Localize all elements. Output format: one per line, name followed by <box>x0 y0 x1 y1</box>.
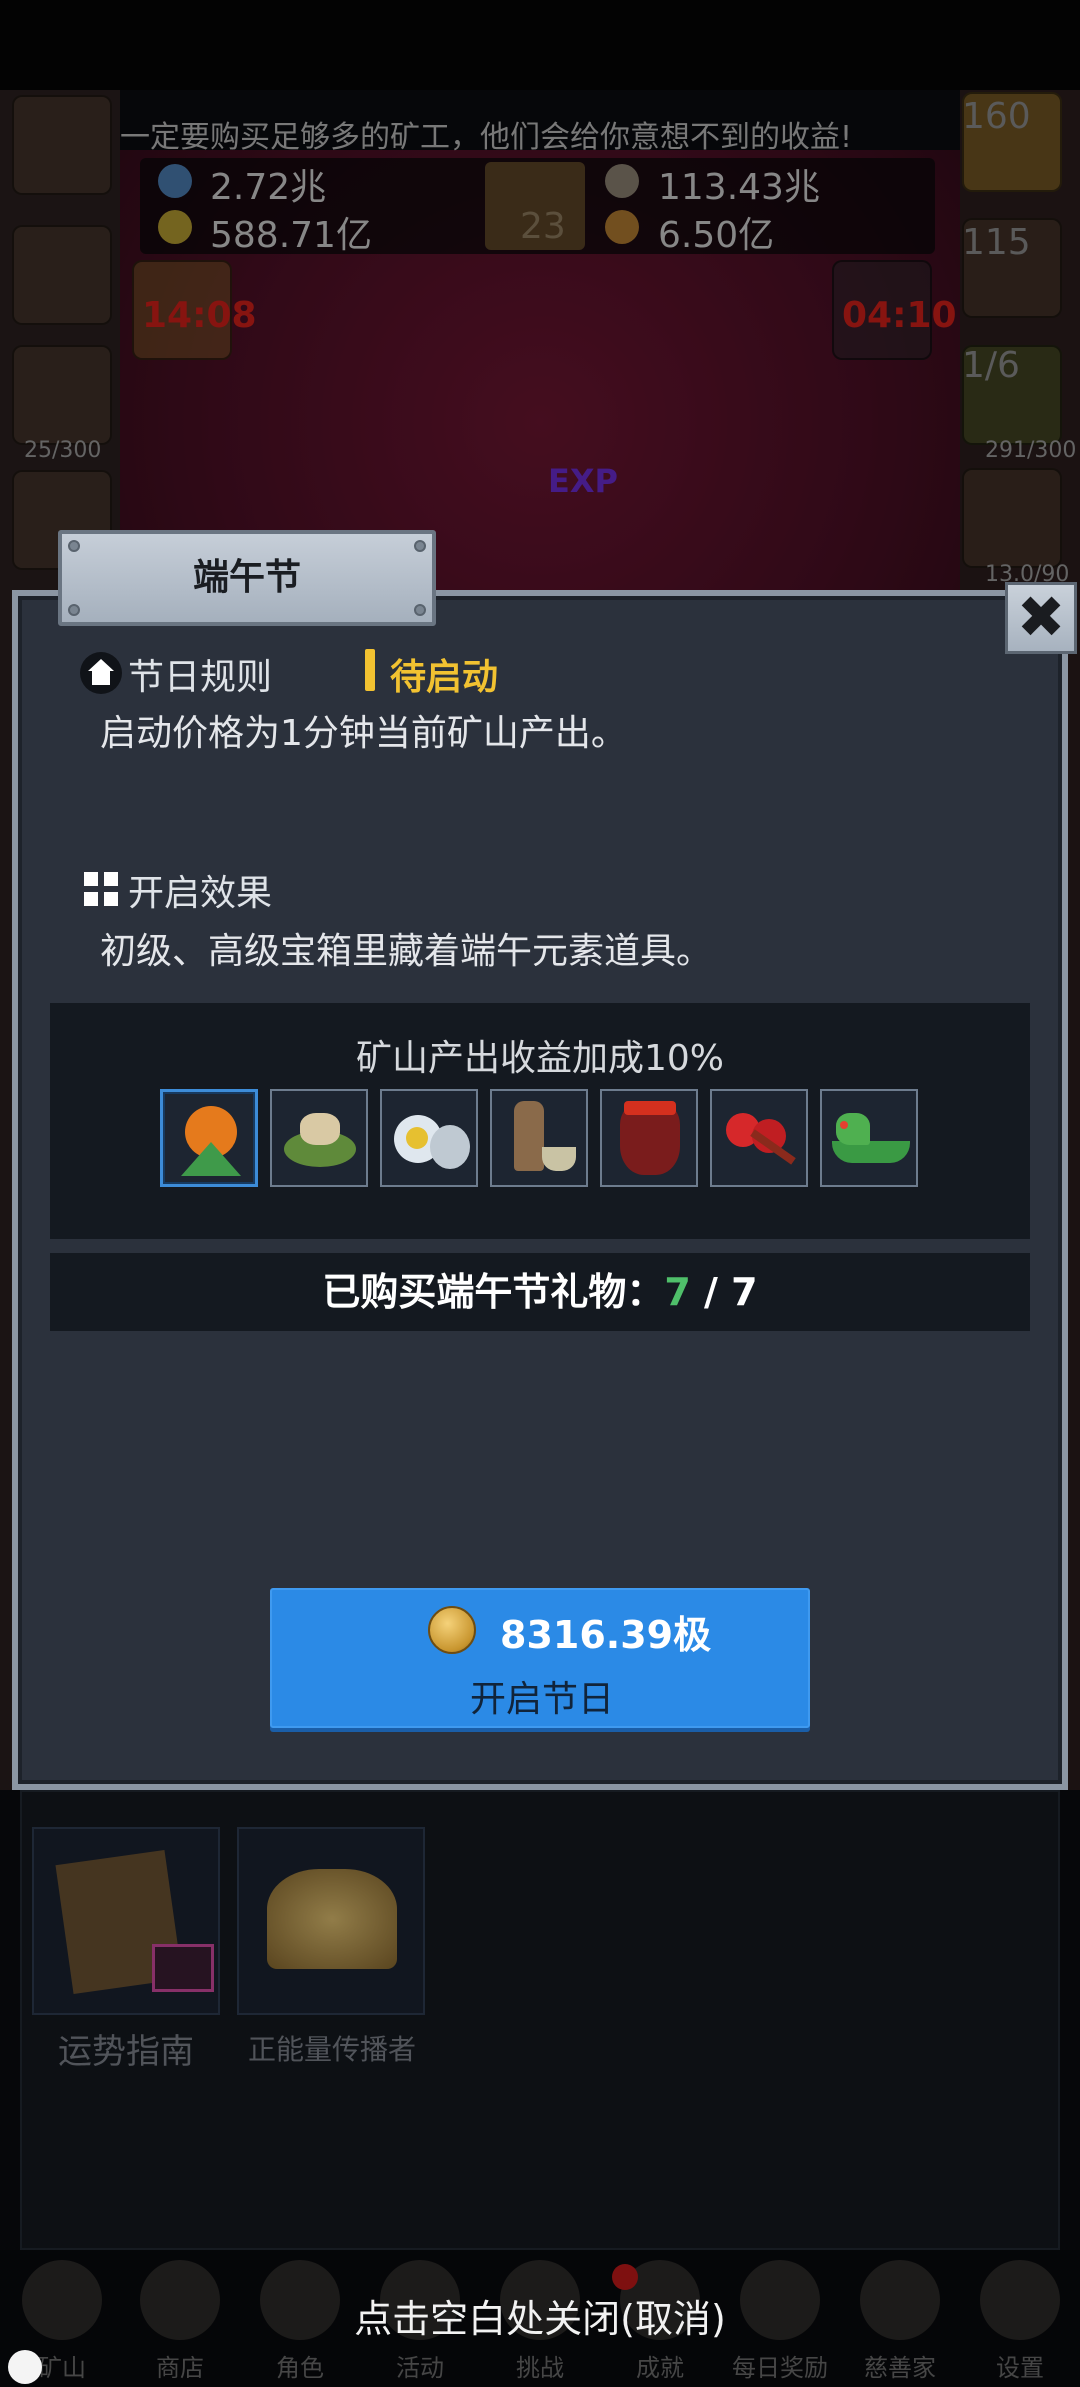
salted-egg-icon[interactable] <box>380 1089 478 1187</box>
purchased-label: 已购买端午节礼物： <box>322 1270 665 1314</box>
home-icon <box>80 652 122 694</box>
item-art <box>300 1113 340 1145</box>
touch-indicator <box>8 2350 42 2384</box>
rivet <box>68 604 80 616</box>
purchased-count: 7 <box>664 1270 691 1314</box>
dragon-boat-icon[interactable] <box>820 1089 918 1187</box>
close-hint[interactable]: 点击空白处关闭(取消) <box>0 2288 1080 2343</box>
purchased-total: 7 <box>731 1270 758 1314</box>
effect-title: 开启效果 <box>128 873 273 914</box>
start-festival-button[interactable]: 8316.39极 开启节日 <box>270 1588 810 1728</box>
item-art <box>832 1141 910 1163</box>
effect-text: 初级、高级宝箱里藏着端午元素道具。 <box>100 931 713 972</box>
realgar-wine-icon[interactable] <box>490 1089 588 1187</box>
dialog-title: 端午节 <box>58 530 436 626</box>
zongzi-plate-icon[interactable] <box>270 1089 368 1187</box>
purchased-separator: / <box>690 1270 732 1314</box>
drum-sticks-icon[interactable] <box>710 1089 808 1187</box>
item-art <box>514 1101 544 1171</box>
dialog-title-text: 端午节 <box>192 557 301 598</box>
item-art <box>406 1127 428 1149</box>
rules-text: 启动价格为1分钟当前矿山产出。 <box>100 713 627 754</box>
rivet <box>68 540 80 552</box>
item-art <box>430 1125 470 1169</box>
close-button[interactable]: ✖ <box>1005 582 1077 654</box>
wine-jar-icon[interactable] <box>600 1089 698 1187</box>
purchased-counter: 已购买端午节礼物：7 / 7 <box>50 1253 1030 1331</box>
item-art <box>840 1121 848 1129</box>
item-art <box>624 1101 676 1115</box>
grid-icon <box>80 868 122 910</box>
cost-value: 8316.39极 <box>500 1613 712 1657</box>
close-icon: ✖ <box>1016 583 1066 651</box>
status-label: 待启动 <box>390 657 499 698</box>
coin-icon <box>428 1606 476 1654</box>
rules-title: 节日规则 <box>128 657 273 698</box>
bonus-title: 矿山产出收益加成10% <box>355 1038 725 1079</box>
item-art <box>542 1147 576 1171</box>
item-art <box>836 1113 870 1145</box>
rivet <box>414 604 426 616</box>
warning-icon <box>365 649 375 691</box>
zongzi-sage-icon[interactable] <box>160 1089 258 1187</box>
start-button-label: 开启节日 <box>469 1679 614 1720</box>
bonus-panel: 矿山产出收益加成10% <box>50 1003 1030 1239</box>
rivet <box>414 540 426 552</box>
